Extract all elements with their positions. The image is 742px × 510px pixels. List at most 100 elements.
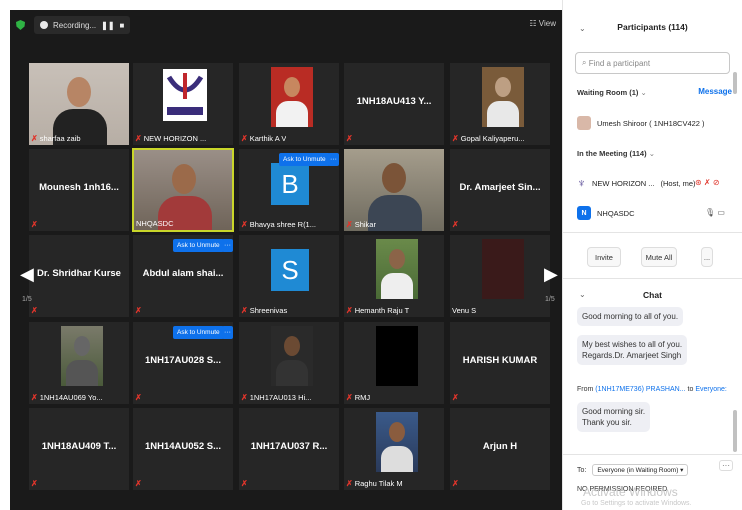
search-icon: ⌕ bbox=[582, 58, 589, 67]
view-button[interactable]: ☷ View bbox=[529, 19, 556, 28]
participants-scrollbar[interactable] bbox=[733, 72, 737, 94]
tile-more-button[interactable]: ··· bbox=[222, 326, 233, 339]
in-meeting-heading[interactable]: In the Meeting (114) ⌄ bbox=[577, 149, 655, 158]
message-button[interactable]: Message bbox=[698, 87, 732, 96]
video-tile[interactable]: 1NH18AU409 T... ✗ bbox=[28, 407, 130, 491]
video-tile[interactable]: ✗ Karthik A V bbox=[238, 62, 340, 146]
sender-name[interactable]: (1NH17ME736) PRASHAN... bbox=[595, 386, 685, 393]
in-meeting-label: In the Meeting (114) bbox=[577, 149, 647, 158]
video-tile[interactable]: 1NH18AU413 Y... ✗ bbox=[343, 62, 445, 146]
video-tile[interactable]: 1NH14AU052 S... ✗ bbox=[132, 407, 234, 491]
tile-more-button[interactable]: ··· bbox=[328, 153, 339, 166]
waiting-participant-row[interactable]: Umesh Shiroor ( 1NH18CV422 ) bbox=[577, 116, 705, 130]
tile-more-button[interactable]: ··· bbox=[222, 239, 233, 252]
participant-name: 1NH14AU052 S... bbox=[144, 440, 222, 452]
video-tile[interactable]: 1NH17AU037 R... ✗ bbox=[238, 407, 340, 491]
video-tile[interactable]: ✗ Shikar bbox=[343, 148, 445, 232]
avatar bbox=[577, 116, 591, 130]
tile-name-label: ✗ Karthik A V bbox=[241, 134, 286, 143]
video-tile[interactable]: HARISH KUMAR ✗ bbox=[449, 321, 551, 405]
video-tile[interactable]: ✗ 1NH17AU013 Hi... bbox=[238, 321, 340, 405]
ask-to-unmute-button[interactable]: Ask to Unmute bbox=[279, 153, 330, 166]
video-tile[interactable]: Arjun H ✗ bbox=[449, 407, 551, 491]
muted-mic-icon: ✗ bbox=[452, 220, 459, 229]
video-tile[interactable]: ✗ Gopal Kaliyaperu... bbox=[449, 62, 551, 146]
next-page-arrow-icon[interactable]: ▶ bbox=[544, 264, 558, 285]
chat-more-button[interactable]: ··· bbox=[719, 460, 733, 471]
participant-search-input[interactable]: ⌕ Find a participant bbox=[575, 52, 730, 74]
video-tile[interactable]: ✗ Hemanth Raju T bbox=[343, 234, 445, 318]
video-feed bbox=[482, 239, 524, 299]
chat-recipient-row: To: Everyone (in Waiting Room) ▾ bbox=[577, 464, 689, 476]
participant-name: Mounesh 1nh16... bbox=[39, 181, 119, 193]
video-tile[interactable]: ✗ RMJ bbox=[343, 321, 445, 405]
video-feed bbox=[61, 326, 103, 386]
page-indicator-left: 1/5 bbox=[22, 296, 32, 303]
chat-scrollbar[interactable] bbox=[733, 410, 737, 452]
divider bbox=[563, 278, 742, 279]
mic-video-icons[interactable]: 🎙 ▭ bbox=[705, 208, 725, 217]
participant-row-nhqasdc[interactable]: N NHQASDC bbox=[577, 206, 635, 220]
avatar-letter: B bbox=[271, 163, 309, 205]
waiting-participant-name: Umesh Shiroor ( 1NH18CV422 ) bbox=[597, 118, 705, 128]
muted-mic-icon: ✗ bbox=[452, 134, 459, 143]
tile-name-label: ✗ bbox=[31, 220, 38, 229]
video-tile[interactable]: NHQASDC bbox=[132, 148, 234, 232]
stop-recording-button[interactable]: ■ bbox=[120, 21, 125, 30]
ask-to-unmute-button[interactable]: Ask to Unmute bbox=[173, 239, 224, 252]
waiting-room-label: Waiting Room (1) bbox=[577, 88, 639, 97]
video-tile[interactable]: S ✗ Shreenivas bbox=[238, 234, 340, 318]
org-logo bbox=[163, 69, 207, 121]
video-feed bbox=[482, 67, 524, 127]
video-tile[interactable]: Mounesh 1nh16... ✗ bbox=[28, 148, 130, 232]
video-tile[interactable]: ✗ 1NH14AU069 Yo... bbox=[28, 321, 130, 405]
video-tile[interactable]: ✗ Raghu Tilak M bbox=[343, 407, 445, 491]
video-tile[interactable]: Abdul alam shai... ✗ Ask to Unmute ··· bbox=[132, 234, 234, 318]
muted-mic-icon: ✗ bbox=[135, 393, 142, 402]
recipient-name[interactable]: Everyone: bbox=[695, 386, 727, 393]
mute-all-button[interactable]: Mute All bbox=[641, 247, 677, 267]
more-options-button[interactable]: ... bbox=[701, 247, 713, 267]
chat-message-line: My best wishes to all of you. bbox=[582, 340, 683, 349]
chat-message-line: Good morning sir. bbox=[582, 407, 646, 416]
participant-name: Hemanth Raju T bbox=[354, 306, 410, 315]
invite-button[interactable]: Invite bbox=[587, 247, 621, 267]
host-tag: (Host, me) bbox=[660, 178, 696, 188]
video-tile[interactable]: ✗ sharfaa zaib bbox=[28, 62, 130, 146]
to-field-label: To: bbox=[577, 466, 587, 474]
video-tile[interactable]: Dr. Shridhar Kurse ✗ bbox=[28, 234, 130, 318]
video-tile[interactable]: Dr. Amarjeet Sin... ✗ bbox=[449, 148, 551, 232]
muted-mic-icon: ✗ bbox=[135, 306, 142, 315]
tile-name-label: ✗ bbox=[135, 306, 142, 315]
ask-to-unmute-button[interactable]: Ask to Unmute bbox=[173, 326, 224, 339]
from-label: From bbox=[577, 386, 594, 393]
muted-mic-icon: ✗ bbox=[31, 479, 38, 488]
muted-mic-icon: ✗ bbox=[452, 479, 459, 488]
pause-recording-button[interactable]: ❚❚ bbox=[101, 21, 114, 30]
video-tile[interactable]: B ✗ Bhavya shree R(1... Ask to Unmute ··· bbox=[238, 148, 340, 232]
video-tile[interactable]: ✗ NEW HORIZON ... bbox=[132, 62, 234, 146]
video-feed bbox=[29, 63, 129, 145]
muted-mic-icon: ✗ bbox=[135, 479, 142, 488]
chat-message: Good morning to all of you. bbox=[577, 307, 684, 326]
tile-name-label: ✗ bbox=[452, 479, 459, 488]
video-tile[interactable]: Venu S bbox=[449, 234, 551, 318]
security-shield-icon[interactable] bbox=[16, 20, 25, 30]
video-gallery: Recording... ❚❚ ■ ☷ View ✗ sharfaa zaib ✗ N… bbox=[10, 10, 562, 510]
waiting-room-heading[interactable]: Waiting Room (1) ⌄ bbox=[577, 88, 647, 97]
host-name: NEW HORIZON ... bbox=[592, 178, 655, 188]
chat-message: Good morning sir. Thank you sir. bbox=[577, 402, 651, 432]
page-indicator-right: 1/5 bbox=[545, 296, 555, 303]
video-feed bbox=[271, 67, 313, 127]
participant-name: NEW HORIZON ... bbox=[143, 134, 207, 143]
host-status-icons[interactable]: ⊛ ✗ ⊘ bbox=[695, 178, 720, 187]
prev-page-arrow-icon[interactable]: ◀ bbox=[20, 264, 34, 285]
tile-name-label: ✗ bbox=[31, 479, 38, 488]
video-tile[interactable]: 1NH17AU028 S... ✗ Ask to Unmute ··· bbox=[132, 321, 234, 405]
participant-name: NHQASDC bbox=[136, 219, 174, 228]
muted-mic-icon: ✗ bbox=[241, 134, 248, 143]
recipient-dropdown[interactable]: Everyone (in Waiting Room) ▾ bbox=[592, 464, 689, 476]
participant-row-host[interactable]: ♆ NEW HORIZON ... (Host, me) bbox=[577, 176, 696, 190]
participant-name: Shreenivas bbox=[249, 306, 288, 315]
tile-name-label: ✗ Shikar bbox=[346, 220, 376, 229]
